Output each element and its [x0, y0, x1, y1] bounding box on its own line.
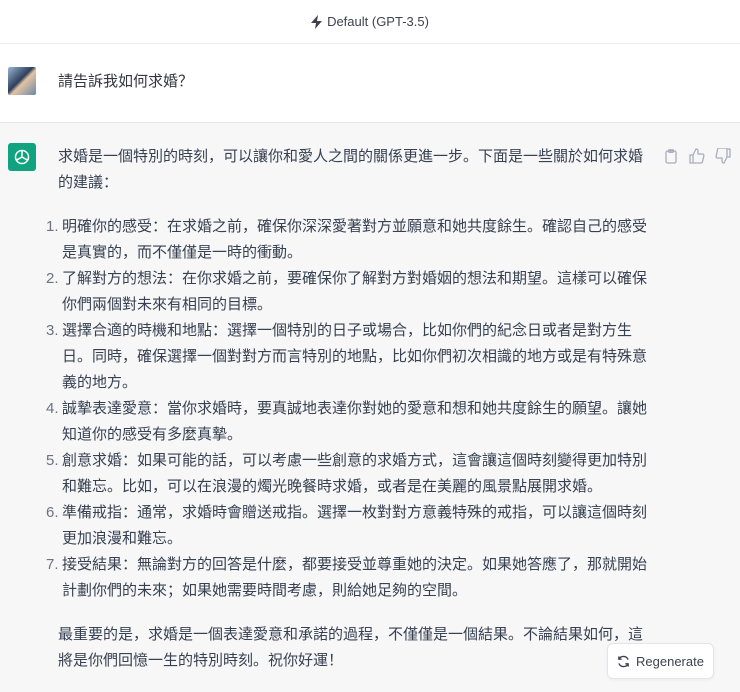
model-header: Default (GPT-3.5)	[0, 0, 740, 44]
conclusion-paragraph: 最重要的是，求婚是一個表達愛意和承諾的過程，不僅僅是一個結果。不論結果如何，這將…	[58, 626, 644, 669]
lightning-icon	[311, 14, 323, 29]
item-number: 2.	[46, 270, 59, 287]
item-number: 6.	[46, 504, 59, 521]
item-text: 誠摯表達愛意：當你求婚時，要真誠地表達你對她的愛意和想和她共度餘生的願望。讓她知…	[62, 400, 648, 443]
assistant-message-row: 求婚是一個特別的時刻，可以讓你和愛人之間的關係更進一步。下面是一些關於如何求婚的…	[0, 123, 740, 685]
list-item: 1. 明確你的感受：在求婚之前，確保你深深愛著對方並願意和她共度餘生。確認自己的感…	[46, 214, 652, 266]
list-item: 5. 創意求婚：如果可能的話，可以考慮一些創意的求婚方式，這會讓這個時刻變得更加特…	[46, 448, 652, 500]
user-avatar	[8, 67, 36, 95]
item-text: 創意求婚：如果可能的話，可以考慮一些創意的求婚方式，這會讓這個時刻變得更加特別和…	[62, 452, 648, 495]
thumbs-down-icon[interactable]	[714, 147, 732, 165]
regenerate-label: Regenerate	[636, 653, 704, 669]
list-item: 2. 了解對方的想法：在你求婚之前，要確保你了解對方對婚姻的想法和期望。這樣可以確…	[46, 266, 652, 318]
item-number: 5.	[46, 452, 59, 469]
list-item: 7. 接受結果：無論對方的回答是什麼，都要接受並尊重她的決定。如果她答應了，那就開…	[46, 552, 652, 604]
list-item: 3. 選擇合適的時機和地點：選擇一個特別的日子或場合，比如你們的紀念日或者是對方生…	[46, 318, 652, 396]
item-number: 1.	[46, 218, 59, 235]
assistant-message: 求婚是一個特別的時刻，可以讓你和愛人之間的關係更進一步。下面是一些關於如何求婚的…	[46, 144, 652, 692]
list-item: 4. 誠摯表達愛意：當你求婚時，要真誠地表達你對她的愛意和想和她共度餘生的願望。讓…	[46, 396, 652, 448]
list-item: 6. 準備戒指：通常，求婚時會贈送戒指。選擇一枚對對方意義特殊的戒指，可以讓這個時…	[46, 500, 652, 552]
item-text: 準備戒指：通常，求婚時會贈送戒指。選擇一枚對對方意義特殊的戒指，可以讓這個時刻更…	[62, 504, 648, 547]
thumbs-up-icon[interactable]	[688, 147, 706, 165]
advice-list: 1. 明確你的感受：在求婚之前，確保你深深愛著對方並願意和她共度餘生。確認自己的感…	[46, 214, 652, 604]
item-text: 了解對方的想法：在你求婚之前，要確保你了解對方對婚姻的想法和期望。這樣可以確保你…	[62, 270, 648, 313]
model-name: Default (GPT-3.5)	[327, 14, 429, 29]
regenerate-button[interactable]: Regenerate	[607, 643, 714, 679]
item-text: 明確你的感受：在求婚之前，確保你深深愛著對方並願意和她共度餘生。確認自己的感受是…	[62, 218, 648, 261]
message-actions	[662, 147, 732, 165]
refresh-icon	[618, 655, 629, 667]
item-number: 4.	[46, 400, 59, 417]
item-number: 7.	[46, 556, 59, 573]
copy-icon[interactable]	[662, 147, 680, 165]
openai-logo-icon	[8, 143, 36, 171]
intro-paragraph: 求婚是一個特別的時刻，可以讓你和愛人之間的關係更進一步。下面是一些關於如何求婚的…	[58, 148, 644, 191]
user-message: 請告訴我如何求婚？	[58, 73, 194, 90]
user-message-row: 請告訴我如何求婚？	[0, 44, 740, 123]
item-text: 接受結果：無論對方的回答是什麼，都要接受並尊重她的決定。如果她答應了，那就開始計…	[62, 556, 648, 599]
item-number: 3.	[46, 322, 59, 339]
item-text: 選擇合適的時機和地點：選擇一個特別的日子或場合，比如你們的紀念日或者是對方生日。…	[62, 322, 648, 391]
